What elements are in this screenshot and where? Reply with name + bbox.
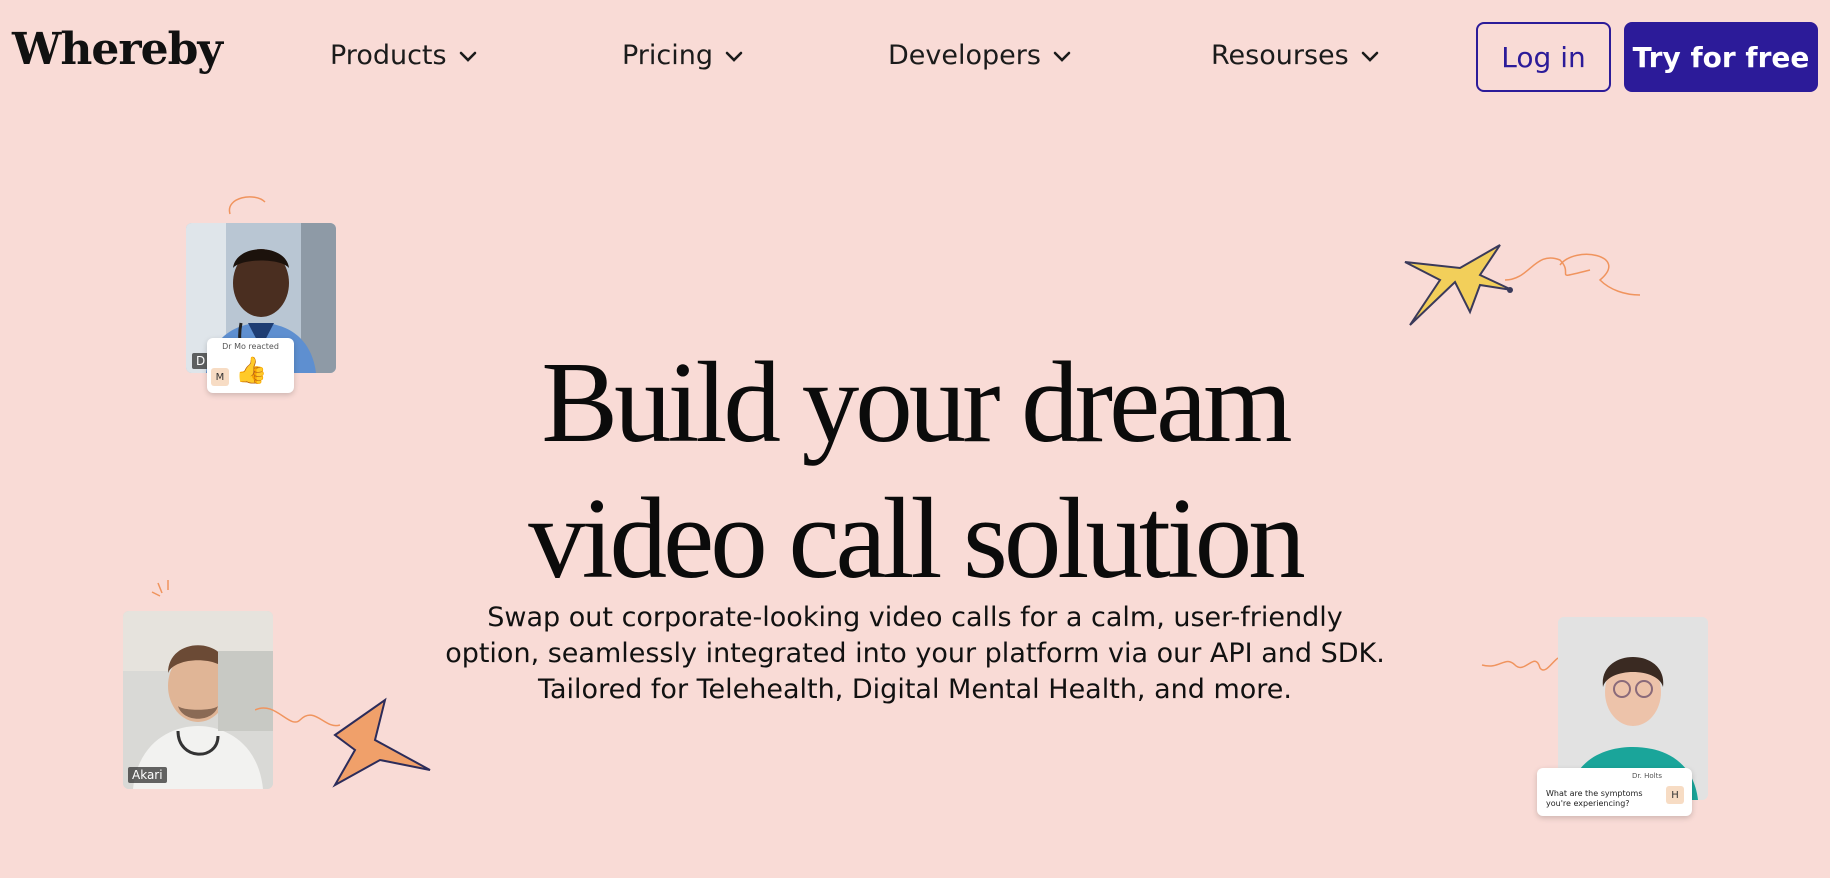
- chevron-down-icon: [1053, 51, 1071, 62]
- chevron-down-icon: [1361, 51, 1379, 62]
- airplane-icon: [1404, 244, 1640, 326]
- squiggle-doodle-icon: [1481, 657, 1559, 671]
- site-header: Whereby Products Pricing Developers Reso…: [0, 0, 1830, 120]
- nav-pricing-label: Pricing: [622, 40, 714, 71]
- nav-resourses-label: Resourses: [1211, 40, 1349, 71]
- try-for-free-button[interactable]: Try for free: [1624, 22, 1818, 92]
- nav-products-label: Products: [330, 40, 447, 71]
- hero-headline-line1: Build your dream: [541, 339, 1292, 466]
- video-tile-akari: Akari: [123, 611, 273, 789]
- nav-developers-label: Developers: [888, 40, 1041, 71]
- nav-resourses[interactable]: Resourses: [1211, 40, 1381, 71]
- login-button[interactable]: Log in: [1476, 22, 1611, 92]
- doctor-portrait-image: [123, 611, 273, 789]
- reaction-avatar: M: [211, 368, 229, 386]
- nav-pricing[interactable]: Pricing: [622, 40, 745, 71]
- reaction-popup: Dr Mo reacted M 👍: [207, 338, 294, 393]
- paper-plane-icon: [255, 697, 431, 788]
- whereby-logo[interactable]: Whereby: [12, 24, 223, 75]
- hero-headline-line2: video call solution: [528, 475, 1306, 602]
- chevron-down-icon: [725, 51, 743, 62]
- chat-sender-name: Dr. Holts: [1632, 772, 1662, 780]
- hero-headline: Build your dream video call solution: [430, 335, 1400, 607]
- chat-avatar: H: [1666, 786, 1684, 804]
- nav-products[interactable]: Products: [330, 40, 479, 71]
- chevron-down-icon: [459, 51, 476, 62]
- squiggle-doodle-icon: [228, 196, 266, 215]
- thumbs-up-icon: 👍: [235, 356, 268, 386]
- chat-message-bubble: Dr. Holts What are the symptoms you're e…: [1537, 768, 1692, 816]
- chat-message-text: What are the symptoms you're experiencin…: [1546, 789, 1643, 808]
- nav-developers[interactable]: Developers: [888, 40, 1073, 71]
- reaction-text: Dr Mo reacted: [222, 342, 279, 351]
- hero-subtitle: Swap out corporate-looking video calls f…: [445, 602, 1385, 705]
- participant-name-tag: Akari: [128, 767, 167, 783]
- sparkle-doodle-icon: [151, 580, 169, 597]
